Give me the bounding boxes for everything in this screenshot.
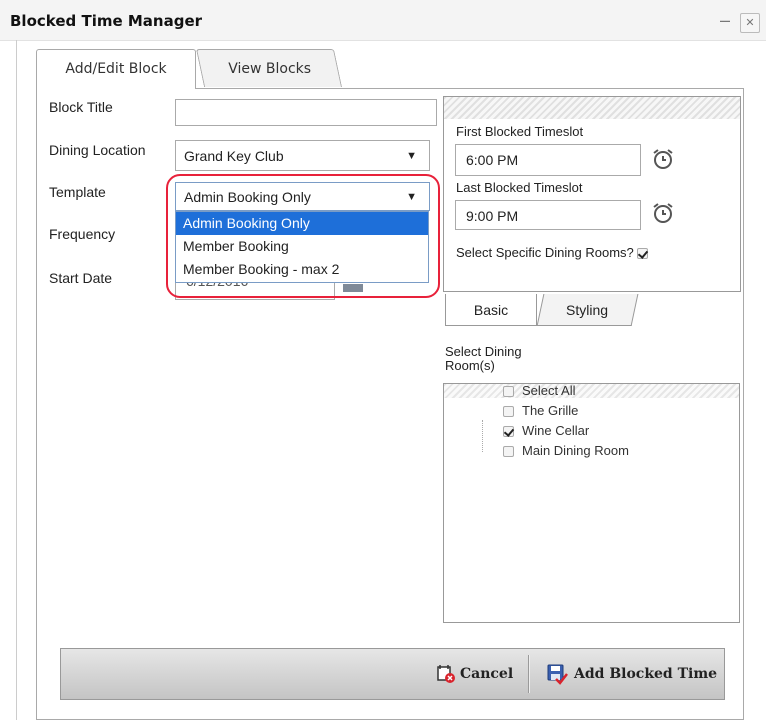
room-label: Wine Cellar <box>522 423 590 438</box>
tab-add-edit-block[interactable]: Add/Edit Block <box>36 49 196 89</box>
dining-rooms-list: Select All The Grille Wine Cellar Main D… <box>503 381 629 461</box>
window-border-left <box>16 40 17 720</box>
start-date-label: Start Date <box>49 270 113 286</box>
specific-rooms-checkbox[interactable] <box>636 248 648 260</box>
tab-basic-label: Basic <box>473 302 509 318</box>
select-dining-rooms-label-line2: Room(s) <box>445 358 495 373</box>
room-item-wine-cellar[interactable]: Wine Cellar <box>503 421 629 441</box>
calendar-delete-icon <box>437 665 455 683</box>
room-item-main-dining-room[interactable]: Main Dining Room <box>503 441 629 461</box>
tab-styling-label: Styling <box>566 302 609 318</box>
annotation-highlight-ring <box>166 174 440 298</box>
frequency-label: Frequency <box>49 226 116 242</box>
room-checkbox[interactable] <box>503 386 514 398</box>
first-timeslot-label: First Blocked Timeslot <box>456 124 584 139</box>
add-blocked-time-label: Add Blocked Time <box>574 666 718 682</box>
tab-view-blocks-label: View Blocks <box>227 61 311 77</box>
timeslot-panel-header <box>444 97 740 119</box>
specific-rooms-row: Select Specific Dining Rooms? <box>456 245 656 260</box>
tab-styling[interactable]: Styling <box>536 294 639 326</box>
room-checkbox[interactable] <box>503 426 514 438</box>
tree-connector <box>482 420 484 452</box>
select-dining-rooms-label: Select Dining Room(s) <box>445 345 522 373</box>
room-item-select-all[interactable]: Select All <box>503 381 629 401</box>
room-item-the-grille[interactable]: The Grille <box>503 401 629 421</box>
window-title: Blocked Time Manager <box>10 12 203 30</box>
footer-toolbar: Cancel Add Blocked Time <box>60 648 725 700</box>
room-checkbox[interactable] <box>503 406 514 418</box>
block-title-label: Block Title <box>49 99 113 115</box>
alarm-clock-icon[interactable] <box>651 201 675 225</box>
tab-add-edit-block-label: Add/Edit Block <box>65 61 167 77</box>
room-label: The Grille <box>522 403 579 418</box>
room-label: Main Dining Room <box>522 443 629 458</box>
select-dining-rooms-label-line1: Select Dining <box>445 344 522 359</box>
block-title-input[interactable] <box>175 99 437 126</box>
cancel-button-label: Cancel <box>460 666 514 682</box>
close-button[interactable]: ✕ <box>740 13 760 33</box>
minimize-button[interactable]: – <box>716 11 734 29</box>
specific-rooms-label: Select Specific Dining Rooms? <box>456 245 634 260</box>
save-check-icon <box>547 664 568 685</box>
dining-location-select[interactable]: Grand Key Club ▼ <box>175 140 430 171</box>
tab-basic[interactable]: Basic <box>445 294 537 326</box>
cancel-button[interactable]: Cancel <box>436 649 513 699</box>
dining-location-label: Dining Location <box>49 142 146 158</box>
dining-location-value: Grand Key Club <box>184 148 284 164</box>
room-label: Select All <box>522 383 576 398</box>
room-checkbox[interactable] <box>503 446 514 458</box>
template-label: Template <box>49 184 106 200</box>
chevron-down-icon: ▼ <box>406 150 417 162</box>
window-controls: – ✕ <box>716 10 760 33</box>
last-timeslot-label: Last Blocked Timeslot <box>456 180 583 195</box>
last-timeslot-input[interactable]: 9:00 PM <box>455 200 641 230</box>
tab-view-blocks[interactable]: View Blocks <box>195 49 343 87</box>
window-titlebar: Blocked Time Manager – ✕ <box>0 0 766 41</box>
alarm-clock-icon[interactable] <box>651 147 675 171</box>
footer-divider <box>528 655 529 693</box>
first-timeslot-input[interactable]: 6:00 PM <box>455 144 641 176</box>
add-blocked-time-button[interactable]: Add Blocked Time <box>546 649 717 699</box>
